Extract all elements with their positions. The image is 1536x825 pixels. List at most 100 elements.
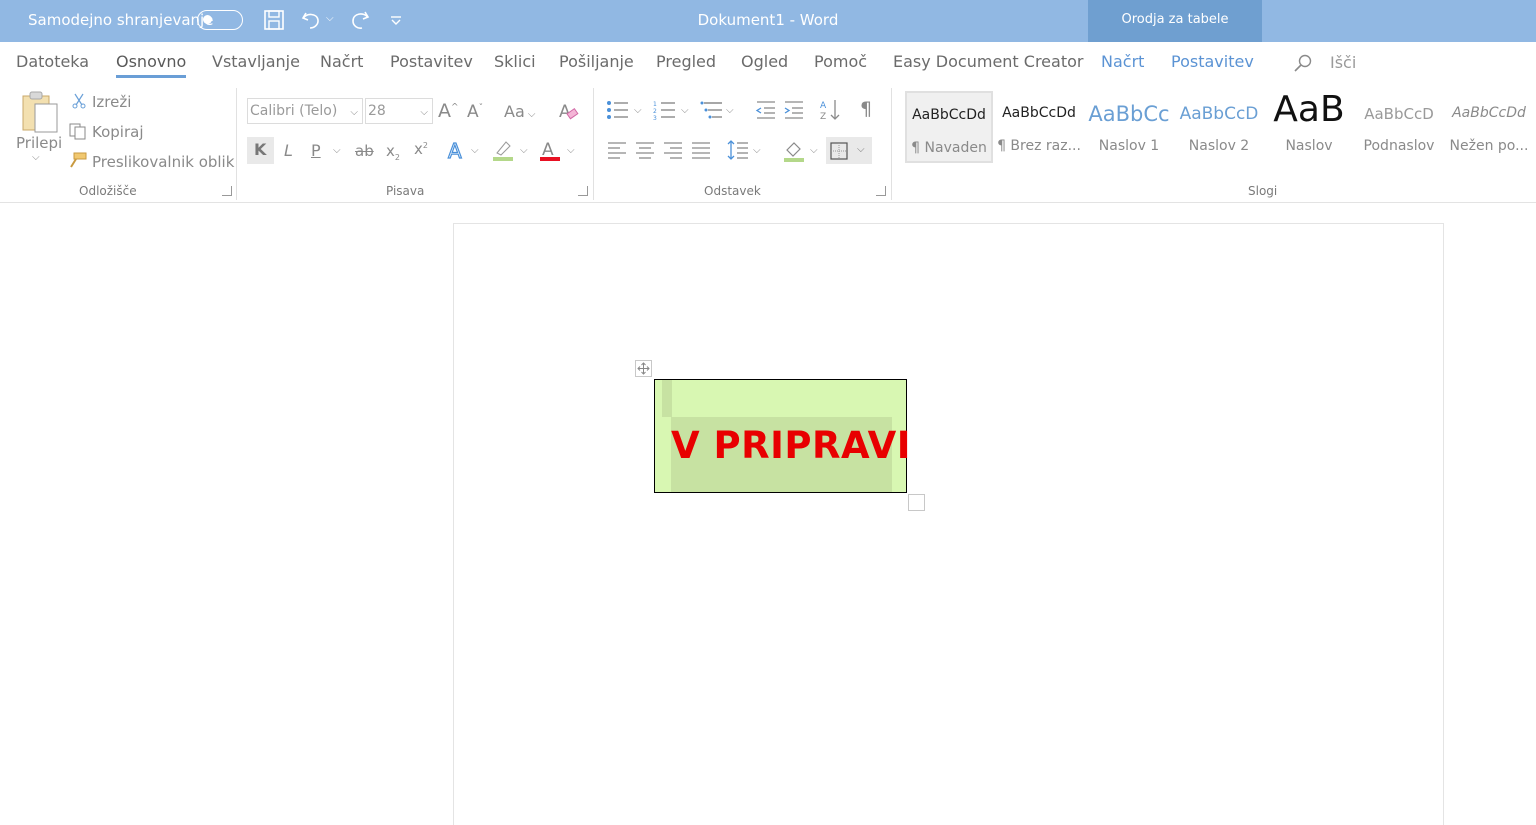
bullets-icon[interactable] <box>606 100 630 120</box>
numbering-icon[interactable]: 1 2 3 <box>653 100 677 120</box>
tab-design[interactable]: Načrt <box>320 52 363 71</box>
format-painter-icon[interactable] <box>68 151 88 169</box>
text-effects-icon[interactable]: A <box>446 139 468 161</box>
underline-dropdown-icon[interactable]: ⌵ <box>333 145 341 156</box>
subscript-icon[interactable]: x2 <box>386 142 400 162</box>
styles-group-label: Slogi <box>1248 184 1278 198</box>
chevron-down-icon[interactable]: ⌵ <box>520 145 528 156</box>
selection-highlight <box>662 380 672 417</box>
chevron-down-icon: ⌵ <box>420 107 428 118</box>
superscript-icon[interactable]: x2 <box>414 140 428 158</box>
svg-text:3: 3 <box>653 115 657 120</box>
clear-formatting-icon[interactable]: A <box>557 100 579 122</box>
svg-text:2: 2 <box>653 108 657 115</box>
decrease-indent-icon[interactable] <box>755 100 777 120</box>
style-no-spacing[interactable]: AaBbCcDd ¶ Brez raz... <box>995 91 1083 163</box>
align-right-icon[interactable] <box>663 141 683 159</box>
clipboard-dialog-launcher[interactable] <box>222 186 232 196</box>
tab-easy-document-creator[interactable]: Easy Document Creator <box>893 52 1083 71</box>
tab-layout[interactable]: Postavitev <box>390 52 473 71</box>
styles-gallery: AaBbCcDd ¶ Navaden AaBbCcDd ¶ Brez raz..… <box>902 91 1536 164</box>
paragraph-dialog-launcher[interactable] <box>876 186 886 196</box>
document-page[interactable] <box>453 223 1444 825</box>
font-color-icon[interactable]: A <box>538 139 564 163</box>
paste-dropdown-icon[interactable]: ⌵ <box>32 152 40 163</box>
copy-icon[interactable] <box>68 122 88 140</box>
search-box[interactable]: Išči <box>1330 53 1356 72</box>
chevron-down-icon[interactable]: ⌵ <box>567 145 575 156</box>
font-family-select[interactable]: Calibri (Telo) ⌵ <box>247 98 363 124</box>
tab-table-layout[interactable]: Postavitev <box>1171 52 1254 71</box>
tab-help[interactable]: Pomoč <box>814 52 867 71</box>
style-heading-1[interactable]: AaBbCc Naslov 1 <box>1085 91 1173 163</box>
show-formatting-marks-icon[interactable]: ¶ <box>860 98 872 120</box>
shrink-font-icon[interactable]: Aˇ <box>467 102 483 122</box>
align-center-icon[interactable] <box>635 141 655 159</box>
font-group-label: Pisava <box>386 184 425 198</box>
chevron-down-icon[interactable]: ⌵ <box>810 145 818 156</box>
table-cell[interactable]: V PRIPRAVI <box>654 379 911 493</box>
search-icon[interactable] <box>1293 53 1313 73</box>
style-subtle-emphasis[interactable]: AaBbCcDd Nežen po... <box>1445 91 1533 163</box>
italic-button[interactable]: L <box>284 141 293 160</box>
justify-icon[interactable] <box>691 141 711 159</box>
chevron-down-icon[interactable]: ⌵ <box>471 145 479 156</box>
title-bar: Samodejno shranjevanje ⌵ Dokument1 - Wor… <box>0 0 1536 42</box>
table-move-handle[interactable] <box>635 360 652 377</box>
chevron-down-icon[interactable]: ⌵ <box>726 105 734 116</box>
underline-button[interactable]: P <box>311 141 321 160</box>
sort-icon[interactable]: A Z <box>820 98 842 122</box>
group-separator <box>236 88 237 200</box>
tab-insert[interactable]: Vstavljanje <box>212 52 300 71</box>
align-left-icon[interactable] <box>607 141 627 159</box>
highlight-icon[interactable] <box>491 139 517 163</box>
svg-text:1: 1 <box>653 101 657 108</box>
line-spacing-icon[interactable] <box>726 139 750 161</box>
tab-review[interactable]: Pregled <box>656 52 716 71</box>
svg-text:Z: Z <box>820 112 826 122</box>
font-dialog-launcher[interactable] <box>578 186 588 196</box>
tab-mailings[interactable]: Pošiljanje <box>559 52 634 71</box>
style-title[interactable]: AaB Naslov <box>1265 91 1353 163</box>
group-separator <box>891 88 892 200</box>
scissors-icon[interactable] <box>71 93 87 109</box>
paste-icon[interactable] <box>21 90 59 134</box>
grow-font-icon[interactable]: A^ <box>438 100 459 122</box>
cell-text[interactable]: V PRIPRAVI <box>671 424 911 467</box>
borders-button[interactable]: ⌵ <box>826 137 872 164</box>
chevron-down-icon: ⌵ <box>857 144 865 155</box>
change-case-button[interactable]: Aa ⌵ <box>504 102 536 121</box>
table-resize-handle[interactable] <box>908 494 925 511</box>
copy-button[interactable]: Kopiraj <box>92 123 143 141</box>
group-separator <box>593 88 594 200</box>
format-painter-button[interactable]: Preslikovalnik oblik <box>92 153 234 171</box>
svg-text:A: A <box>448 139 462 161</box>
chevron-down-icon[interactable]: ⌵ <box>681 105 689 116</box>
tab-references[interactable]: Sklici <box>494 52 536 71</box>
chevron-down-icon[interactable]: ⌵ <box>634 105 642 116</box>
tab-view[interactable]: Ogled <box>741 52 788 71</box>
tab-home[interactable]: Osnovno <box>116 52 187 78</box>
clipboard-group-label: Odložišče <box>79 184 137 198</box>
strikethrough-button[interactable]: ab <box>355 142 374 160</box>
chevron-down-icon[interactable]: ⌵ <box>753 145 761 156</box>
cut-button[interactable]: Izreži <box>92 93 131 111</box>
borders-icon <box>830 142 848 160</box>
chevron-down-icon: ⌵ <box>350 107 358 118</box>
font-size-value: 28 <box>368 103 386 119</box>
paste-button[interactable]: Prilepi <box>16 134 62 152</box>
multilevel-list-icon[interactable] <box>700 100 724 120</box>
style-subtitle[interactable]: AaBbCcD Podnaslov <box>1355 91 1443 163</box>
svg-text:A: A <box>820 101 827 111</box>
bold-button[interactable]: K <box>247 137 274 164</box>
shading-icon[interactable] <box>782 139 806 163</box>
font-size-select[interactable]: 28 ⌵ <box>365 98 433 124</box>
move-arrows-icon <box>637 362 650 375</box>
style-heading-2[interactable]: AaBbCcD Naslov 2 <box>1175 91 1263 163</box>
increase-indent-icon[interactable] <box>783 100 805 120</box>
table-tools-context: Orodja za tabele <box>1088 0 1262 42</box>
tab-table-design[interactable]: Načrt <box>1101 52 1144 71</box>
style-normal[interactable]: AaBbCcDd ¶ Navaden <box>905 91 993 163</box>
tab-file[interactable]: Datoteka <box>16 52 89 71</box>
document-title: Dokument1 - Word <box>697 11 839 29</box>
